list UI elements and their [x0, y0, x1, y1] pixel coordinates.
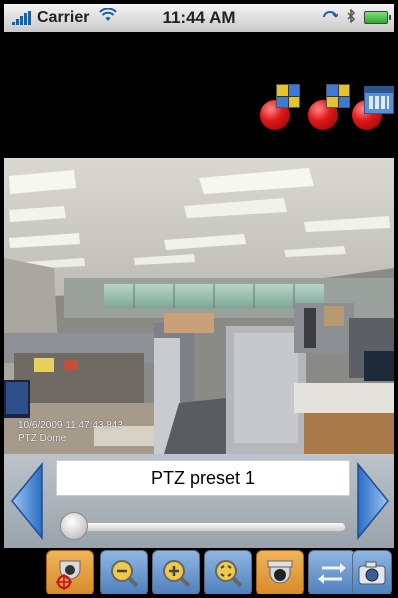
- bluetooth-icon: [346, 8, 356, 26]
- layout-grid-alt-icon: [326, 84, 350, 108]
- dome-camera-icon: [267, 560, 293, 584]
- snapshot-camera-icon: [358, 561, 386, 585]
- zoom-fit-button[interactable]: [204, 550, 252, 594]
- calendar-icon: [364, 86, 394, 114]
- zoom-fit-icon: [215, 560, 243, 588]
- top-control-area: [4, 32, 394, 158]
- status-right-icons: [322, 8, 391, 26]
- dome-camera-button[interactable]: [256, 550, 304, 594]
- app-frame: Carrier 11:44 AM 10/6/2009 11:47:43.843 …: [0, 0, 398, 598]
- bottom-toolbar: [4, 548, 394, 594]
- camera-timestamp: 10/6/2009 11:47:43.843: [18, 420, 123, 431]
- swap-button[interactable]: [308, 550, 356, 594]
- preset-label: PTZ preset 1: [56, 460, 350, 496]
- ptz-target-icon: [56, 560, 81, 590]
- camera-name: PTZ Dome: [18, 433, 67, 444]
- preset-slider-track[interactable]: [68, 522, 346, 532]
- status-bar: Carrier 11:44 AM: [4, 4, 394, 33]
- layout-grid-icon: [276, 84, 300, 108]
- swap-icon: [318, 563, 346, 584]
- camera-view[interactable]: 10/6/2009 11:47:43.843 PTZ Dome: [4, 158, 394, 454]
- battery-icon: [364, 11, 391, 24]
- snapshot-button[interactable]: [352, 550, 392, 594]
- next-preset-button[interactable]: [356, 462, 390, 540]
- office-camera-image: [4, 158, 394, 454]
- preset-slider-thumb[interactable]: [60, 512, 88, 540]
- prev-preset-button[interactable]: [10, 462, 44, 540]
- zoom-out-icon: [111, 560, 139, 588]
- sync-icon: [322, 10, 339, 26]
- zoom-out-button[interactable]: [100, 550, 148, 594]
- ptz-target-button[interactable]: [46, 550, 94, 594]
- zoom-in-button[interactable]: [152, 550, 200, 594]
- ptz-control-panel: PTZ preset 1: [4, 454, 394, 548]
- zoom-in-icon: [163, 560, 191, 588]
